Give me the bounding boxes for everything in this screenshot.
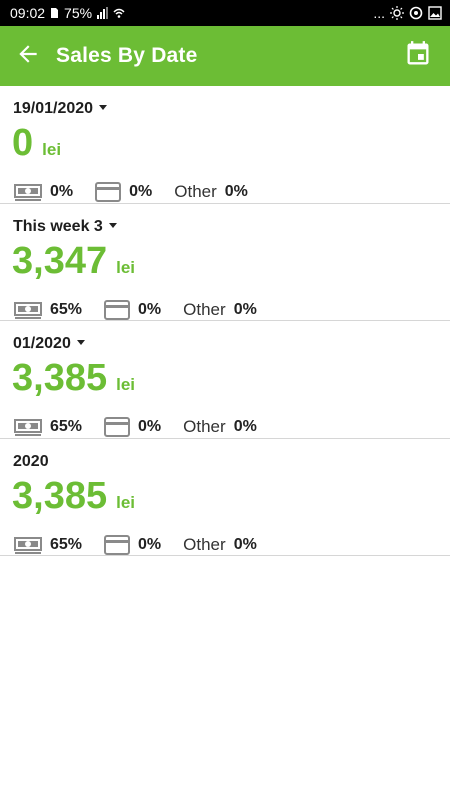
other-stat: Other 0% — [183, 417, 257, 437]
other-percent: 0% — [233, 300, 257, 318]
other-label: Other — [183, 299, 226, 319]
other-label: Other — [174, 182, 217, 201]
more-notifications-indicator: ... — [373, 5, 385, 21]
brightness-icon — [390, 6, 404, 20]
currency-label: lei — [116, 375, 135, 394]
back-button[interactable] — [0, 26, 56, 86]
cash-percent: 65% — [50, 418, 83, 435]
other-label: Other — [183, 534, 226, 554]
cash-icon — [14, 300, 42, 320]
other-percent: 0% — [233, 535, 257, 553]
cash-icon — [14, 535, 42, 555]
currency-label: lei — [116, 257, 135, 277]
period-selector[interactable]: 01/2020 — [13, 335, 85, 353]
dropdown-caret-icon — [76, 340, 85, 345]
credit-card-icon — [104, 534, 131, 555]
payment-breakdown: 65% 0% Other 0% — [14, 299, 279, 320]
status-right: ... — [373, 5, 442, 21]
battery-percent: 75% — [64, 5, 93, 21]
calendar-event-icon — [404, 39, 432, 74]
other-label: Other — [183, 417, 226, 436]
period-card-year: 2020 3,385 lei 65% 0% Other 0% — [0, 439, 450, 556]
other-percent: 0% — [224, 183, 248, 200]
cash-stat: 0% — [14, 182, 73, 202]
status-bar: 09:02 75% ... — [0, 0, 450, 26]
calendar-button[interactable] — [402, 40, 434, 72]
currency-label: lei — [42, 140, 62, 159]
other-stat: Other 0% — [174, 182, 248, 202]
dropdown-caret-icon — [108, 222, 117, 228]
card-stat: 0% — [104, 534, 162, 555]
image-icon — [428, 6, 442, 20]
credit-card-icon — [104, 417, 131, 437]
cash-percent: 0% — [50, 183, 74, 200]
arrow-left-icon — [15, 41, 41, 72]
currency-label: lei — [116, 492, 135, 512]
cash-percent: 65% — [50, 535, 83, 553]
period-label: 2020 — [13, 452, 49, 470]
card-stat: 0% — [104, 299, 162, 320]
sync-icon — [409, 6, 423, 20]
card-percent: 0% — [138, 300, 162, 318]
cash-stat: 65% — [14, 417, 82, 437]
amount-row: 3,385 lei — [12, 359, 135, 397]
payment-breakdown: 65% 0% Other 0% — [14, 417, 279, 437]
sales-period-list: 19/01/2020 0 lei 0% 0% Other 0% This wee… — [0, 86, 450, 556]
card-percent: 0% — [138, 418, 162, 435]
credit-card-icon — [95, 182, 122, 202]
period-label: 19/01/2020 — [13, 100, 94, 117]
signal-icon — [97, 7, 109, 19]
sales-amount: 0 — [12, 122, 34, 164]
credit-card-icon — [104, 299, 131, 320]
cash-percent: 65% — [50, 300, 83, 318]
period-card-month: 01/2020 3,385 lei 65% 0% Other 0% — [0, 321, 450, 439]
wifi-icon — [113, 7, 125, 19]
payment-breakdown: 0% 0% Other 0% — [14, 182, 270, 202]
amount-row: 3,347 lei — [12, 242, 135, 280]
status-time: 09:02 — [10, 5, 46, 21]
cash-icon — [14, 182, 42, 202]
cash-stat: 65% — [14, 300, 82, 320]
status-left: 09:02 75% — [10, 5, 125, 21]
period-selector[interactable]: This week 3 — [13, 218, 117, 236]
dropdown-caret-icon — [99, 105, 108, 110]
card-percent: 0% — [138, 535, 162, 553]
sales-amount: 3,385 — [12, 474, 108, 517]
page-title: Sales By Date — [56, 44, 198, 67]
other-percent: 0% — [233, 418, 257, 435]
payment-breakdown: 65% 0% Other 0% — [14, 534, 279, 555]
other-stat: Other 0% — [183, 300, 257, 320]
period-card-week: This week 3 3,347 lei 65% 0% Other 0% — [0, 204, 450, 321]
cash-icon — [14, 417, 42, 437]
card-percent: 0% — [129, 183, 153, 200]
card-stat: 0% — [104, 417, 161, 437]
period-label: This week 3 — [13, 217, 103, 235]
period-card-today: 19/01/2020 0 lei 0% 0% Other 0% — [0, 86, 450, 204]
other-stat: Other 0% — [183, 535, 257, 555]
amount-row: 3,385 lei — [12, 477, 135, 515]
app-bar: Sales By Date — [0, 26, 450, 86]
card-stat: 0% — [95, 182, 152, 202]
period-label: 01/2020 — [13, 335, 71, 352]
cash-stat: 65% — [14, 535, 82, 555]
sales-amount: 3,347 — [12, 239, 108, 282]
sim-icon — [50, 7, 59, 19]
period-selector: 2020 — [13, 453, 49, 471]
sales-amount: 3,385 — [12, 357, 108, 399]
amount-row: 0 lei — [12, 124, 61, 162]
period-selector[interactable]: 19/01/2020 — [13, 100, 108, 118]
